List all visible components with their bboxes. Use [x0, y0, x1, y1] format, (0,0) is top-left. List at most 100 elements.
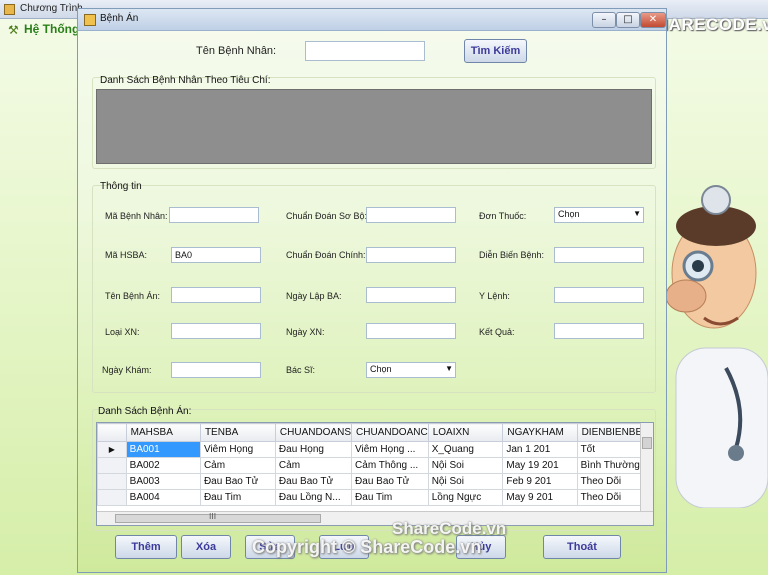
column-header[interactable]: CHUANDOANC	[351, 423, 429, 442]
maximize-button[interactable]: □	[616, 12, 640, 28]
table-cell[interactable]: BA002	[125, 457, 201, 474]
patient-info-group-title: Thông tin	[100, 181, 142, 192]
table-row[interactable]: ▶ BA001 Viêm Họng Đau Họng Viêm Họng ...…	[97, 441, 653, 458]
xoa-button[interactable]: Xóa	[181, 535, 231, 559]
doctor-mascot-image	[665, 185, 768, 508]
column-header[interactable]: TENBA	[199, 423, 276, 442]
menu-he-thong[interactable]: ⚒ Hệ Thống	[0, 19, 80, 41]
ngay-kham-input[interactable]	[171, 362, 261, 378]
row-header-cell[interactable]	[97, 473, 127, 490]
dialog-title-bar: Bệnh Án – □ ✕	[78, 9, 666, 31]
table-cell[interactable]: Cảm	[274, 457, 353, 474]
grid-header-row: MAHSBA TENBA CHUANDOANS CHUANDOANC LOAIX…	[97, 423, 653, 442]
minimize-button[interactable]: –	[592, 12, 616, 28]
ket-qua-input[interactable]	[554, 323, 644, 339]
ket-qua-label: Kết Quả:	[479, 327, 515, 337]
patient-list-group-title: Danh Sách Bệnh Nhân Theo Tiêu Chí:	[100, 75, 271, 86]
table-cell[interactable]: May 9 201	[502, 489, 578, 506]
copyright-watermark: Copyright © ShareCode.vn	[252, 537, 482, 557]
tools-icon: ⚒	[8, 23, 19, 37]
scroll-thumb[interactable]	[642, 437, 652, 449]
grid-horizontal-scrollbar[interactable]: III	[97, 511, 653, 525]
table-cell[interactable]: Đau Bao Tử	[274, 473, 353, 490]
app-icon	[4, 4, 15, 15]
patient-list-grid[interactable]	[96, 89, 652, 164]
bac-si-combobox[interactable]: Chọn ▼	[366, 362, 456, 378]
table-row[interactable]: BA003 Đau Bao Tử Đau Bao Tử Đau Bao Tử N…	[97, 473, 653, 490]
thoat-button[interactable]: Thoát	[543, 535, 621, 559]
ten-benh-an-input[interactable]	[171, 287, 261, 303]
records-grid[interactable]: MAHSBA TENBA CHUANDOANS CHUANDOANC LOAIX…	[96, 422, 654, 526]
chevron-down-icon: ▼	[633, 209, 641, 218]
watermark-text: ShareCode.vn	[392, 519, 507, 538]
ngay-lap-ba-input[interactable]	[366, 287, 456, 303]
table-cell[interactable]: Đau Bao Tử	[351, 473, 429, 490]
table-cell[interactable]: X_Quang	[427, 441, 504, 458]
ngay-xn-label: Ngày XN:	[286, 327, 325, 337]
dialog-title: Bệnh Án	[100, 13, 139, 24]
ma-hsba-input[interactable]	[171, 247, 261, 263]
row-header-cell[interactable]	[97, 457, 127, 474]
loai-xn-label: Loại XN:	[105, 327, 140, 337]
table-row[interactable]: BA004 Đau Tim Đau Lồng N... Đau Tim Lồng…	[97, 489, 653, 506]
ma-benh-nhan-label: Mã Bệnh Nhân:	[105, 211, 168, 221]
table-cell[interactable]: Đau Tim	[351, 489, 429, 506]
column-header[interactable]: MAHSBA	[125, 423, 201, 442]
benh-an-dialog: Bệnh Án – □ ✕ Tên Bệnh Nhân: Tìm Kiếm Da…	[77, 8, 667, 573]
don-thuoc-combobox-value: Chọn	[558, 209, 580, 219]
table-cell[interactable]: Đau Bao Tử	[199, 473, 276, 490]
table-cell[interactable]: Cảm	[199, 457, 276, 474]
column-header[interactable]: NGAYKHAM	[502, 423, 578, 442]
table-cell[interactable]: BA003	[125, 473, 201, 490]
ngay-kham-label: Ngày Khám:	[102, 365, 152, 375]
records-group-title: Danh Sách Bệnh Án:	[98, 406, 192, 417]
table-cell[interactable]: BA001	[125, 441, 201, 458]
chuan-doan-so-bo-input[interactable]	[366, 207, 456, 223]
table-cell[interactable]: Nội Soi	[427, 457, 504, 474]
chuan-doan-chinh-input[interactable]	[366, 247, 456, 263]
chuan-doan-so-bo-label: Chuẩn Đoán Sơ Bộ:	[286, 211, 367, 221]
table-row[interactable]: BA002 Cảm Cảm Cảm Thông ... Nội Soi May …	[97, 457, 653, 474]
records-table: MAHSBA TENBA CHUANDOANS CHUANDOANC LOAIX…	[97, 423, 653, 506]
dien-bien-benh-label: Diễn Biến Bệnh:	[479, 250, 545, 260]
grid-vertical-scrollbar[interactable]	[640, 423, 653, 511]
table-cell[interactable]: Đau Lồng N...	[274, 489, 353, 506]
ten-benh-an-label: Tên Bệnh Án:	[105, 291, 161, 301]
parent-window-title: Chương Trình	[20, 3, 83, 14]
chuan-doan-chinh-label: Chuẩn Đoán Chính:	[286, 250, 366, 260]
them-button[interactable]: Thêm	[115, 535, 177, 559]
form-icon	[84, 14, 96, 26]
table-cell[interactable]: BA004	[125, 489, 201, 506]
ngay-lap-ba-label: Ngày Lập BA:	[286, 291, 342, 301]
y-lenh-input[interactable]	[554, 287, 644, 303]
dien-bien-benh-input[interactable]	[554, 247, 644, 263]
don-thuoc-combobox[interactable]: Chọn ▼	[554, 207, 644, 223]
table-cell[interactable]: Viêm Họng	[199, 441, 276, 458]
table-cell[interactable]: Feb 9 201	[502, 473, 578, 490]
row-header-cell[interactable]	[97, 489, 127, 506]
column-header[interactable]: CHUANDOANS	[274, 423, 353, 442]
table-cell[interactable]: Đau Tim	[199, 489, 276, 506]
grid-corner-cell	[97, 423, 127, 442]
tim-kiem-button[interactable]: Tìm Kiếm	[464, 39, 527, 63]
ma-hsba-label: Mã HSBA:	[105, 250, 148, 260]
table-cell[interactable]: Lồng Ngực	[427, 489, 504, 506]
loai-xn-input[interactable]	[171, 323, 261, 339]
ma-benh-nhan-input[interactable]	[169, 207, 259, 223]
scroll-thumb[interactable]	[115, 514, 321, 523]
table-cell[interactable]: Jan 1 201	[502, 441, 578, 458]
table-cell[interactable]: Nội Soi	[427, 473, 504, 490]
scroll-grip: III	[209, 512, 217, 521]
table-cell[interactable]: Viêm Họng ...	[351, 441, 429, 458]
table-cell[interactable]: Cảm Thông ...	[351, 457, 429, 474]
ngay-xn-input[interactable]	[366, 323, 456, 339]
column-header[interactable]: LOAIXN	[427, 423, 504, 442]
y-lenh-label: Y Lệnh:	[479, 291, 510, 301]
table-cell[interactable]: May 19 201	[502, 457, 578, 474]
close-button[interactable]: ✕	[640, 12, 666, 28]
don-thuoc-label: Đơn Thuốc:	[479, 211, 527, 221]
ten-benh-nhan-search-input[interactable]	[305, 41, 425, 61]
ten-benh-nhan-label: Tên Bệnh Nhân:	[196, 45, 277, 57]
chevron-down-icon: ▼	[445, 364, 453, 373]
table-cell[interactable]: Đau Họng	[274, 441, 353, 458]
